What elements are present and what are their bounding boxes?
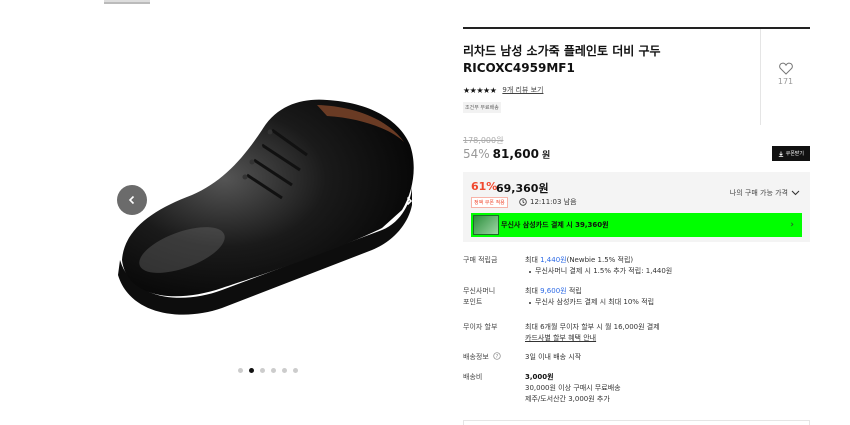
card-promo-text: 무신사 삼성카드 결제 시 39,360원 bbox=[501, 221, 609, 229]
points-prefix: 최대 bbox=[525, 256, 541, 264]
points-sub: 무신사머니 결제 시 1.5% 추가 적립: 1,440원 bbox=[525, 266, 672, 277]
next-image-button[interactable] bbox=[394, 186, 424, 216]
heart-icon bbox=[778, 62, 793, 75]
fee-row: 배송비 3,000원 30,000원 이상 구매시 무료배송 제주/도서산간 3… bbox=[463, 372, 810, 412]
review-link[interactable]: 9개 리뷰 보기 bbox=[502, 85, 543, 95]
svg-text:?: ? bbox=[496, 354, 499, 360]
money-sub: 무신사 삼성카드 결제 시 최대 10% 적립 bbox=[525, 297, 654, 308]
benefit-discount-rate: 61% bbox=[471, 180, 498, 193]
card-promo-bar[interactable]: 무신사 삼성카드 결제 시 39,360원 › bbox=[471, 213, 802, 237]
chevron-right-icon bbox=[406, 196, 413, 206]
title-section: 리차드 남성 소가죽 플레인토 더비 구두 RICOXC4959MF1 171 … bbox=[463, 29, 810, 171]
thumbnail-strip[interactable] bbox=[104, 0, 150, 4]
original-price: 178,000원 bbox=[463, 136, 504, 145]
points-suffix: (Newbie 1.5% 적립) bbox=[566, 256, 634, 264]
card-image bbox=[473, 215, 499, 235]
my-price-toggle[interactable]: 나의 구매 가능 가격 bbox=[730, 188, 800, 198]
installment-value: 최대 6개월 무이자 할부 시 월 16,000원 결제 카드사별 할부 혜택 … bbox=[525, 322, 660, 344]
money-label: 무신사머니포인트 bbox=[463, 286, 519, 308]
money-row: 무신사머니포인트 최대 9,600원 적립 무신사 삼성카드 결제 시 최대 1… bbox=[463, 286, 810, 322]
bullet-icon bbox=[529, 270, 531, 273]
installment-row: 무이자 할부 최대 6개월 무이자 할부 시 월 16,000원 결제 카드사별… bbox=[463, 322, 810, 352]
money-label-line2: 포인트 bbox=[463, 298, 483, 306]
points-row: 구매 적립금 최대 1,440원(Newbie 1.5% 적립) 무신사머니 결… bbox=[463, 255, 810, 286]
points-sub-text: 무신사머니 결제 시 1.5% 추가 적립: 1,440원 bbox=[535, 267, 673, 275]
money-value: 최대 9,600원 적립 무신사 삼성카드 결제 시 최대 10% 적립 bbox=[525, 286, 654, 308]
fee-free-condition: 30,000원 이상 구매시 무료배송 bbox=[525, 384, 621, 392]
my-price-label: 나의 구매 가능 가격 bbox=[729, 189, 788, 197]
like-count: 171 bbox=[777, 77, 794, 86]
product-info-panel: 리차드 남성 소가죽 플레인토 더비 구두 RICOXC4959MF1 171 … bbox=[463, 27, 810, 425]
clock-icon bbox=[519, 198, 527, 206]
free-shipping-badge: 조건부 무료배송 bbox=[463, 102, 501, 113]
prev-image-button[interactable] bbox=[117, 185, 147, 215]
fee-value: 3,000원 30,000원 이상 구매시 무료배송 제주/도서산간 3,000… bbox=[525, 372, 621, 405]
fee-amount: 3,000원 bbox=[525, 373, 554, 381]
money-label-line1: 무신사머니 bbox=[463, 287, 496, 295]
gallery-pagination bbox=[238, 368, 298, 373]
coupon-button[interactable]: 쿠폰받기 bbox=[771, 146, 810, 161]
pagination-dot[interactable] bbox=[271, 368, 276, 373]
rating-row: ★★★★★ 9개 리뷰 보기 bbox=[463, 85, 543, 95]
money-sub-text: 무신사 삼성카드 결제 시 최대 10% 적립 bbox=[535, 298, 655, 306]
timer-text: 12:11:03 남음 bbox=[530, 198, 577, 206]
like-button[interactable]: 171 bbox=[760, 29, 810, 125]
delivery-label: 배송정보 ? bbox=[463, 352, 519, 363]
pagination-dot-active[interactable] bbox=[249, 368, 254, 373]
chevron-right-icon: › bbox=[790, 220, 794, 230]
discount-rate: 54% bbox=[463, 147, 490, 161]
coupon-applied-tag: 정액 쿠폰 적용 bbox=[471, 197, 508, 208]
coupon-button-label: 쿠폰받기 bbox=[785, 151, 804, 157]
pagination-dot[interactable] bbox=[282, 368, 287, 373]
points-label: 구매 적립금 bbox=[463, 256, 498, 264]
money-amount: 9,600원 bbox=[540, 287, 567, 295]
help-icon[interactable]: ? bbox=[493, 352, 501, 360]
currency-label: 원 bbox=[541, 151, 551, 161]
chevron-down-icon bbox=[791, 190, 800, 196]
delivery-row: 배송정보 ? 3일 이내 배송 시작 bbox=[463, 352, 810, 372]
product-image bbox=[118, 99, 414, 315]
installment-link[interactable]: 카드사별 할부 혜택 안내 bbox=[525, 333, 660, 344]
pagination-dot[interactable] bbox=[260, 368, 265, 373]
next-section-border bbox=[463, 420, 810, 425]
benefit-box: 61% 69,360원 정액 쿠폰 적용 12:11:03 남음 나의 구매 가… bbox=[463, 172, 810, 242]
pagination-dot[interactable] bbox=[238, 368, 243, 373]
installment-text: 최대 6개월 무이자 할부 시 월 16,000원 결제 bbox=[525, 323, 660, 331]
money-prefix: 최대 bbox=[525, 287, 541, 295]
timer: 12:11:03 남음 bbox=[519, 197, 577, 207]
benefit-final-price: 69,360원 bbox=[496, 182, 549, 195]
bullet-icon bbox=[529, 301, 531, 304]
points-amount: 1,440원 bbox=[540, 256, 567, 264]
product-title: 리차드 남성 소가죽 플레인토 더비 구두 RICOXC4959MF1 bbox=[463, 44, 661, 75]
info-section: 구매 적립금 최대 1,440원(Newbie 1.5% 적립) 무신사머니 결… bbox=[463, 255, 810, 412]
price-line: 54% 81,600 원 bbox=[463, 147, 550, 161]
money-suffix: 적립 bbox=[566, 287, 582, 295]
pagination-dot[interactable] bbox=[293, 368, 298, 373]
fee-label: 배송비 bbox=[463, 373, 483, 381]
points-value: 최대 1,440원(Newbie 1.5% 적립) 무신사머니 결제 시 1.5… bbox=[525, 255, 672, 277]
installment-label: 무이자 할부 bbox=[463, 323, 498, 331]
product-page: 리차드 남성 소가죽 플레인토 더비 구두 RICOXC4959MF1 171 … bbox=[0, 0, 850, 425]
fee-island-extra: 제주/도서산간 3,000원 추가 bbox=[525, 395, 610, 403]
download-icon bbox=[778, 151, 783, 157]
delivery-label-text: 배송정보 bbox=[463, 353, 489, 361]
rating-stars: ★★★★★ bbox=[463, 85, 497, 95]
chevron-left-icon bbox=[128, 195, 135, 205]
delivery-value: 3일 이내 배송 시작 bbox=[525, 353, 582, 361]
sale-price: 81,600 bbox=[492, 147, 539, 161]
